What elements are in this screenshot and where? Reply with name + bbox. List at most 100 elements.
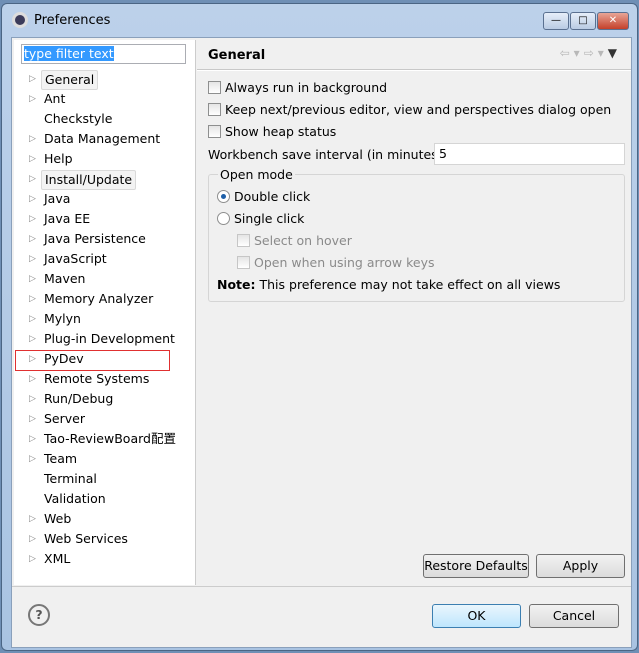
single-click-radio[interactable]: Single click (217, 209, 304, 229)
tree-item-label: Web (44, 511, 72, 526)
checkbox-label: Always run in background (225, 80, 388, 95)
close-button[interactable]: ✕ (597, 12, 629, 30)
expand-arrow-icon[interactable]: ▷ (29, 229, 36, 249)
tree-item[interactable]: ▷ Web Services (14, 529, 194, 549)
tree-item-label: Ant (44, 91, 66, 106)
expand-arrow-icon[interactable]: ▷ (29, 89, 36, 109)
view-menu-icon[interactable]: ▼ (608, 46, 621, 60)
page-navigation[interactable]: ⇦▾⇨▾▼ (560, 46, 621, 60)
note-label: Note: (217, 277, 256, 292)
tree-item[interactable]: Validation (14, 489, 194, 509)
tree-item[interactable]: ▷ Install/Update (14, 169, 194, 190)
tree-item-label: Memory Analyzer (44, 291, 154, 306)
expand-arrow-icon[interactable]: ▷ (29, 69, 36, 89)
always-run-background-checkbox[interactable]: Always run in background (208, 78, 387, 98)
checkbox-label: Keep next/previous editor, view and pers… (225, 102, 612, 117)
radio-label: Double click (234, 189, 311, 204)
cancel-button[interactable]: Cancel (529, 604, 619, 628)
tree-item[interactable]: ▷ Java (14, 189, 194, 209)
tree-item[interactable]: ▷ Tao-ReviewBoard配置 (14, 429, 194, 449)
checkbox-icon (208, 103, 221, 116)
expand-arrow-icon[interactable]: ▷ (29, 449, 36, 469)
restore-defaults-button[interactable]: Restore Defaults (423, 554, 529, 578)
tree-item[interactable]: ▷ Remote Systems (14, 369, 194, 389)
tree-item[interactable]: ▷ XML (14, 549, 194, 569)
maximize-button[interactable]: □ (570, 12, 596, 30)
tree-item-label: General (41, 70, 99, 90)
tree-item-label: Run/Debug (44, 391, 114, 406)
tree-item[interactable]: ▷ Java Persistence (14, 229, 194, 249)
forward-icon[interactable]: ⇨▾ (584, 46, 608, 60)
tree-item[interactable]: ▷ Ant (14, 89, 194, 109)
expand-arrow-icon[interactable]: ▷ (29, 529, 36, 549)
tree-item[interactable]: ▷ Data Management (14, 129, 194, 149)
tree-item-label: Tao-ReviewBoard配置 (44, 431, 176, 446)
tree-item[interactable]: Terminal (14, 469, 194, 489)
ok-button[interactable]: OK (432, 604, 521, 628)
tree-item[interactable]: ▷ JavaScript (14, 249, 194, 269)
tree-item[interactable]: ▷ Maven (14, 269, 194, 289)
tree-item-label: Validation (44, 491, 106, 506)
pydev-highlight-box (15, 350, 170, 371)
open-arrow-keys-checkbox: Open when using arrow keys (237, 253, 435, 273)
tree-item[interactable]: ▷ Team (14, 449, 194, 469)
double-click-radio[interactable]: Double click (217, 187, 310, 207)
tree-item[interactable]: ▷ Memory Analyzer (14, 289, 194, 309)
expand-arrow-icon[interactable]: ▷ (29, 509, 36, 529)
expand-arrow-icon[interactable]: ▷ (29, 269, 36, 289)
general-page: General ⇦▾⇨▾▼ Always run in background K… (197, 40, 631, 585)
expand-arrow-icon[interactable]: ▷ (29, 549, 36, 569)
preferences-dialog: Preferences — □ ✕ type filter text ▷ Gene… (1, 3, 638, 651)
tree-item[interactable]: ▷ Help (14, 149, 194, 169)
radio-label: Single click (234, 211, 305, 226)
tree-item-label: Java (44, 191, 71, 206)
show-heap-status-checkbox[interactable]: Show heap status (208, 122, 336, 142)
checkbox-icon (237, 234, 250, 247)
checkbox-icon (208, 125, 221, 138)
filter-text: type filter text (24, 46, 114, 61)
checkbox-label: Show heap status (225, 124, 337, 139)
tree-item[interactable]: ▷ General (14, 69, 194, 90)
checkbox-icon (208, 81, 221, 94)
filter-input[interactable]: type filter text (21, 44, 186, 64)
expand-arrow-icon[interactable]: ▷ (29, 129, 36, 149)
select-on-hover-checkbox: Select on hover (237, 231, 352, 251)
expand-arrow-icon[interactable]: ▷ (29, 389, 36, 409)
tree-item-label: Mylyn (44, 311, 81, 326)
back-icon[interactable]: ⇦▾ (560, 46, 584, 60)
tree-item[interactable]: Checkstyle (14, 109, 194, 129)
save-interval-input[interactable]: 5 (434, 143, 625, 165)
checkbox-icon (237, 256, 250, 269)
tree-item[interactable]: ▷ Java EE (14, 209, 194, 229)
page-title: General (208, 48, 266, 63)
expand-arrow-icon[interactable]: ▷ (29, 249, 36, 269)
tree-item[interactable]: ▷ Web (14, 509, 194, 529)
radio-selected-icon (217, 190, 230, 203)
dialog-body: type filter text ▷ General ▷ Ant Checkstyle ▷… (11, 37, 632, 648)
preference-tree-panel: type filter text ▷ General ▷ Ant Checkstyle ▷… (14, 40, 196, 585)
tree-item-label: JavaScript (44, 251, 107, 266)
expand-arrow-icon[interactable]: ▷ (29, 289, 36, 309)
expand-arrow-icon[interactable]: ▷ (29, 169, 36, 189)
expand-arrow-icon[interactable]: ▷ (29, 429, 36, 449)
expand-arrow-icon[interactable]: ▷ (29, 149, 36, 169)
expand-arrow-icon[interactable]: ▷ (29, 329, 36, 349)
tree-item-label: Web Services (44, 531, 128, 546)
expand-arrow-icon[interactable]: ▷ (29, 189, 36, 209)
keep-dialog-open-checkbox[interactable]: Keep next/previous editor, view and pers… (208, 100, 611, 120)
expand-arrow-icon[interactable]: ▷ (29, 309, 36, 329)
expand-arrow-icon[interactable]: ▷ (29, 409, 36, 429)
expand-arrow-icon[interactable]: ▷ (29, 369, 36, 389)
minimize-button[interactable]: — (543, 12, 569, 30)
expand-arrow-icon[interactable]: ▷ (29, 209, 36, 229)
tree-item-label: XML (44, 551, 71, 566)
tree-item-label: Java Persistence (44, 231, 146, 246)
apply-button[interactable]: Apply (536, 554, 625, 578)
tree-item-label: Install/Update (41, 170, 137, 190)
window-title: Preferences (34, 13, 111, 28)
help-icon[interactable]: ? (28, 604, 50, 626)
tree-item[interactable]: ▷ Run/Debug (14, 389, 194, 409)
tree-item[interactable]: ▷ Mylyn (14, 309, 194, 329)
tree-item[interactable]: ▷ Plug-in Development (14, 329, 194, 349)
tree-item[interactable]: ▷ Server (14, 409, 194, 429)
